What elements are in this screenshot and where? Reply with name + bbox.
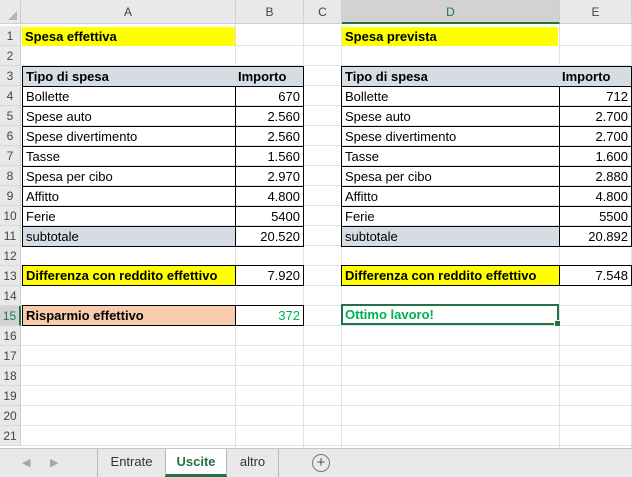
right-item-name[interactable]: Spesa per cibo (341, 166, 560, 187)
gridline (21, 365, 632, 366)
gridline (21, 345, 632, 346)
column-header-b[interactable]: B (236, 0, 304, 24)
left-subtotal-value[interactable]: 20.520 (235, 226, 304, 247)
right-item-amount[interactable]: 2.700 (559, 106, 632, 127)
column-header-e[interactable]: E (560, 0, 632, 24)
right-item-amount[interactable]: 2.880 (559, 166, 632, 187)
gridline (21, 385, 632, 386)
row-header[interactable]: 11 (0, 226, 21, 246)
row-header[interactable]: 17 (0, 346, 21, 366)
row-header[interactable]: 8 (0, 166, 21, 186)
left-item-amount[interactable]: 5400 (235, 206, 304, 227)
row-header[interactable]: 19 (0, 386, 21, 406)
column-header-d[interactable]: D (342, 0, 560, 24)
right-item-amount[interactable]: 2.700 (559, 126, 632, 147)
row-header[interactable]: 20 (0, 406, 21, 426)
left-title-cell[interactable]: Spesa effettiva (22, 27, 235, 46)
tab-entrate[interactable]: Entrate (97, 449, 165, 477)
row-header[interactable]: 3 (0, 66, 21, 86)
right-item-amount[interactable]: 712 (559, 86, 632, 107)
row-header[interactable]: 10 (0, 206, 21, 226)
right-item-name[interactable]: Bollette (341, 86, 560, 107)
right-item-name[interactable]: Tasse (341, 146, 560, 167)
row-header[interactable]: 1 (0, 26, 21, 46)
right-item-name[interactable]: Spese auto (341, 106, 560, 127)
right-item-amount[interactable]: 1.600 (559, 146, 632, 167)
right-diff-label[interactable]: Differenza con reddito effettivo (341, 265, 560, 286)
left-diff-label[interactable]: Differenza con reddito effettivo (22, 265, 236, 286)
row-header[interactable]: 13 (0, 266, 21, 286)
right-title-cell[interactable]: Spesa prevista (342, 27, 558, 46)
right-header-type[interactable]: Tipo di spesa (341, 66, 560, 87)
right-item-name[interactable]: Spese divertimento (341, 126, 560, 147)
row-header[interactable]: 16 (0, 326, 21, 346)
sheet-tab-bar: ◀ ▶ Entrate Uscite altro + (0, 448, 632, 477)
right-item-amount[interactable]: 5500 (559, 206, 632, 227)
add-sheet-icon[interactable]: + (312, 454, 330, 472)
left-item-amount[interactable]: 2.560 (235, 126, 304, 147)
left-item-name[interactable]: Ferie (22, 206, 236, 227)
left-item-name[interactable]: Tasse (22, 146, 236, 167)
right-subtotal-label[interactable]: subtotale (341, 226, 560, 247)
right-item-name[interactable]: Ferie (341, 206, 560, 227)
left-savings-value[interactable]: 372 (235, 305, 304, 326)
gridline (21, 445, 632, 446)
scroll-tabs-right-icon[interactable]: ▶ (50, 456, 58, 469)
right-diff-value[interactable]: 7.548 (559, 265, 632, 286)
gridline (21, 405, 632, 406)
column-header-c[interactable]: C (304, 0, 342, 24)
left-item-name[interactable]: Spesa per cibo (22, 166, 236, 187)
row-header[interactable]: 5 (0, 106, 21, 126)
spreadsheet-grid[interactable]: A B C D E 1 2 3 4 5 6 7 8 9 10 11 12 13 14 15 16 17 18 19 2… (0, 0, 632, 448)
tab-altro[interactable]: altro (227, 449, 279, 477)
row-header[interactable]: 18 (0, 366, 21, 386)
row-header[interactable]: 4 (0, 86, 21, 106)
left-item-amount[interactable]: 1.560 (235, 146, 304, 167)
right-item-name[interactable]: Affitto (341, 186, 560, 207)
left-item-amount[interactable]: 670 (235, 86, 304, 107)
left-savings-label[interactable]: Risparmio effettivo (22, 305, 236, 326)
row-header[interactable]: 7 (0, 146, 21, 166)
row-header[interactable]: 21 (0, 426, 21, 446)
row-header[interactable]: 6 (0, 126, 21, 146)
left-item-amount[interactable]: 4.800 (235, 186, 304, 207)
left-header-amount[interactable]: Importo (235, 66, 304, 87)
left-item-amount[interactable]: 2.970 (235, 166, 304, 187)
row-header[interactable]: 2 (0, 46, 21, 66)
left-item-name[interactable]: Affitto (22, 186, 236, 207)
row-header[interactable]: 12 (0, 246, 21, 266)
right-subtotal-value[interactable]: 20.892 (559, 226, 632, 247)
left-item-name[interactable]: Spese divertimento (22, 126, 236, 147)
left-item-amount[interactable]: 2.560 (235, 106, 304, 127)
right-item-amount[interactable]: 4.800 (559, 186, 632, 207)
column-header-a[interactable]: A (21, 0, 236, 24)
gridline (21, 425, 632, 426)
left-diff-value[interactable]: 7.920 (235, 265, 304, 286)
row-header[interactable]: 14 (0, 286, 21, 306)
right-message-cell[interactable]: Ottimo lavoro! (342, 305, 558, 324)
left-item-name[interactable]: Spese auto (22, 106, 236, 127)
tab-uscite[interactable]: Uscite (165, 449, 227, 477)
scroll-tabs-left-icon[interactable]: ◀ (22, 456, 30, 469)
left-subtotal-label[interactable]: subtotale (22, 226, 236, 247)
left-item-name[interactable]: Bollette (22, 86, 236, 107)
right-header-amount[interactable]: Importo (559, 66, 632, 87)
select-all-corner[interactable] (0, 0, 21, 24)
row-header[interactable]: 9 (0, 186, 21, 206)
row-header[interactable]: 15 (0, 306, 21, 326)
left-header-type[interactable]: Tipo di spesa (22, 66, 236, 87)
